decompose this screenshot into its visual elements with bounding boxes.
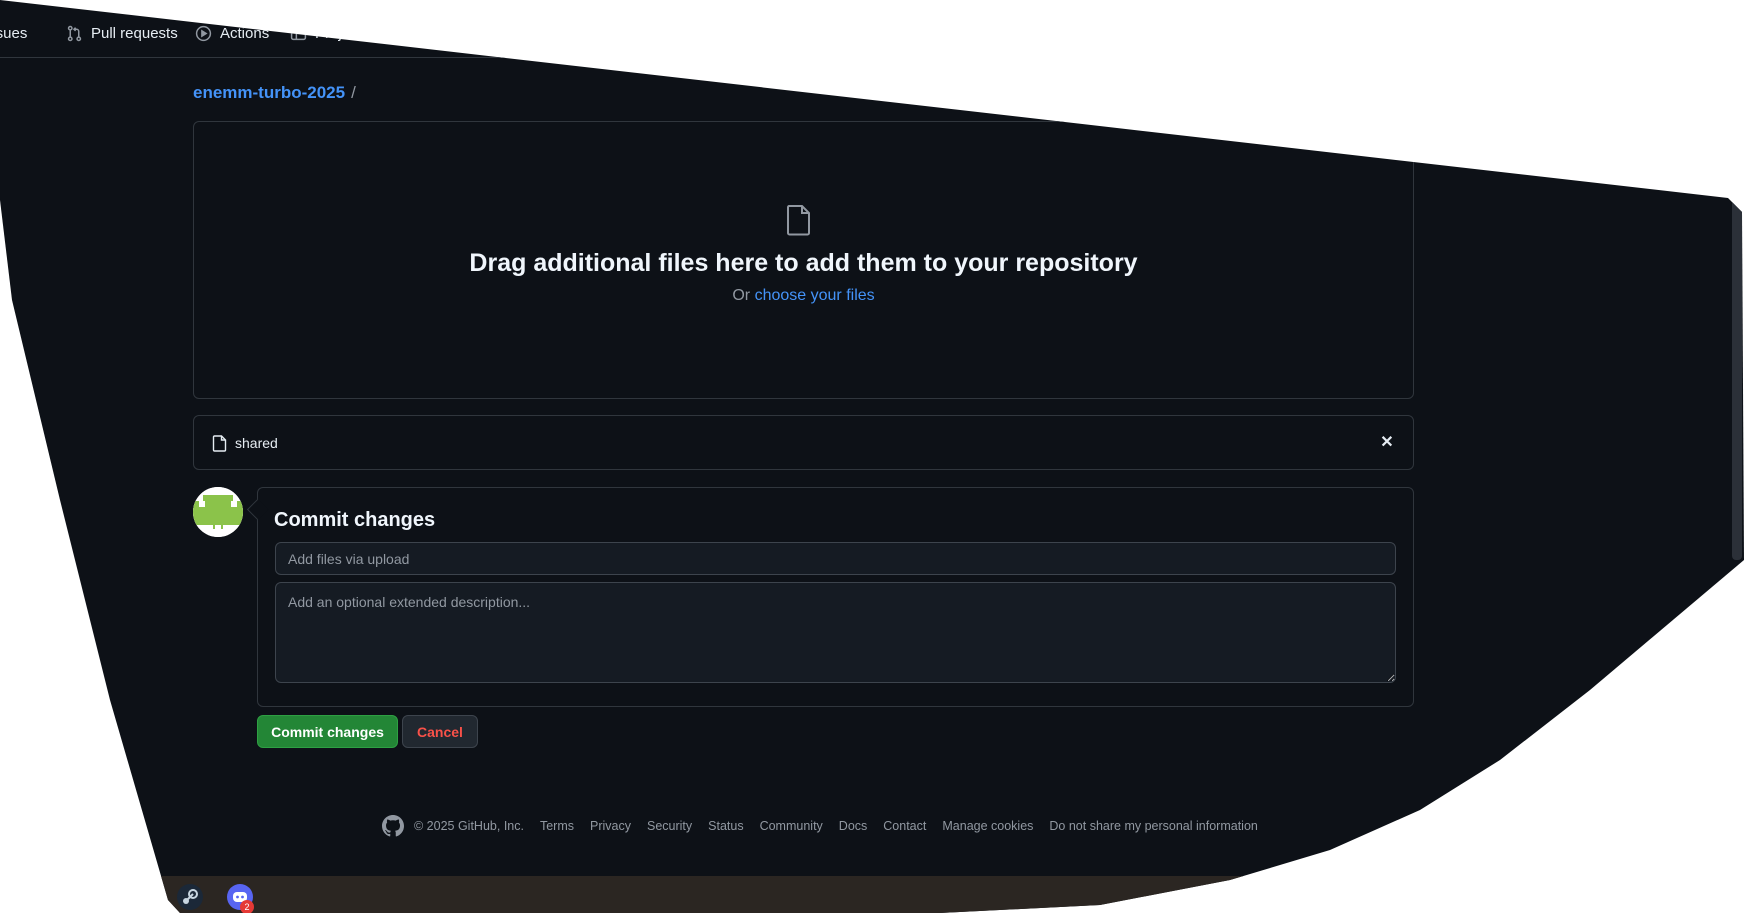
- commit-changes-button[interactable]: Commit changes: [257, 715, 398, 748]
- notification-badge: 2: [240, 900, 254, 913]
- steam-icon[interactable]: [177, 884, 203, 910]
- commit-description-field[interactable]: [275, 582, 1396, 683]
- browser-viewport: Issues Pull requests Actions Projects en…: [0, 0, 1744, 913]
- tab-pull-requests-label: Pull requests: [91, 24, 178, 42]
- close-icon: ✕: [1380, 434, 1394, 451]
- cancel-button[interactable]: Cancel: [402, 715, 478, 748]
- pull-request-icon: [67, 25, 82, 41]
- footer-link-security[interactable]: Security: [647, 819, 692, 833]
- uploaded-file-row: shared ✕: [193, 415, 1414, 470]
- steam-logo-icon: [183, 889, 198, 904]
- drop-zone-or-text: Or: [732, 287, 751, 304]
- commit-panel: Commit changes: [257, 487, 1414, 707]
- drop-zone-subtitle: Or choose your files: [194, 287, 1413, 305]
- file-icon: [787, 205, 810, 236]
- commit-summary-input[interactable]: [275, 542, 1396, 575]
- breadcrumb-separator: /: [351, 83, 356, 102]
- tab-projects[interactable]: Projects: [290, 22, 369, 44]
- tab-actions-label: Actions: [220, 24, 270, 42]
- footer-link-docs[interactable]: Docs: [839, 819, 867, 833]
- page-footer: © 2025 GitHub, Inc. Terms Privacy Securi…: [382, 815, 1274, 837]
- identicon-avatar-icon: [193, 487, 243, 537]
- tab-issues[interactable]: Issues: [0, 22, 27, 44]
- drop-zone-title: Drag additional files here to add them t…: [469, 249, 1138, 277]
- footer-link-contact[interactable]: Contact: [883, 819, 926, 833]
- footer-link-manage-cookies[interactable]: Manage cookies: [942, 819, 1033, 833]
- window-edge: [1732, 200, 1742, 560]
- tab-projects-label: Projects: [315, 24, 370, 42]
- uploaded-file-name: shared: [235, 435, 278, 451]
- footer-copyright: © 2025 GitHub, Inc.: [414, 819, 524, 833]
- os-taskbar: 2: [0, 876, 1744, 913]
- footer-link-community[interactable]: Community: [760, 819, 823, 833]
- remove-file-button[interactable]: ✕: [1377, 432, 1397, 452]
- tab-pull-requests[interactable]: Pull requests: [66, 22, 178, 44]
- footer-link-terms[interactable]: Terms: [540, 819, 574, 833]
- footer-link-privacy[interactable]: Privacy: [590, 819, 631, 833]
- breadcrumb: enemm-turbo-2025 /: [193, 83, 356, 103]
- repo-nav: Issues Pull requests Actions Projects: [0, 0, 1744, 58]
- tab-issues-label: Issues: [0, 24, 28, 42]
- actions-play-icon: [195, 25, 212, 41]
- file-icon: [212, 435, 227, 452]
- tab-actions[interactable]: Actions: [195, 22, 269, 44]
- github-logo-icon[interactable]: [382, 815, 404, 837]
- footer-link-status[interactable]: Status: [708, 819, 743, 833]
- commit-panel-title: Commit changes: [274, 509, 436, 531]
- choose-files-link[interactable]: choose your files: [755, 287, 875, 304]
- breadcrumb-repo-link[interactable]: enemm-turbo-2025: [193, 83, 345, 103]
- file-drop-zone[interactable]: Drag additional files here to add them t…: [193, 121, 1414, 399]
- projects-table-icon: [290, 26, 307, 40]
- avatar[interactable]: [193, 487, 243, 537]
- footer-link-do-not-share[interactable]: Do not share my personal information: [1049, 819, 1257, 833]
